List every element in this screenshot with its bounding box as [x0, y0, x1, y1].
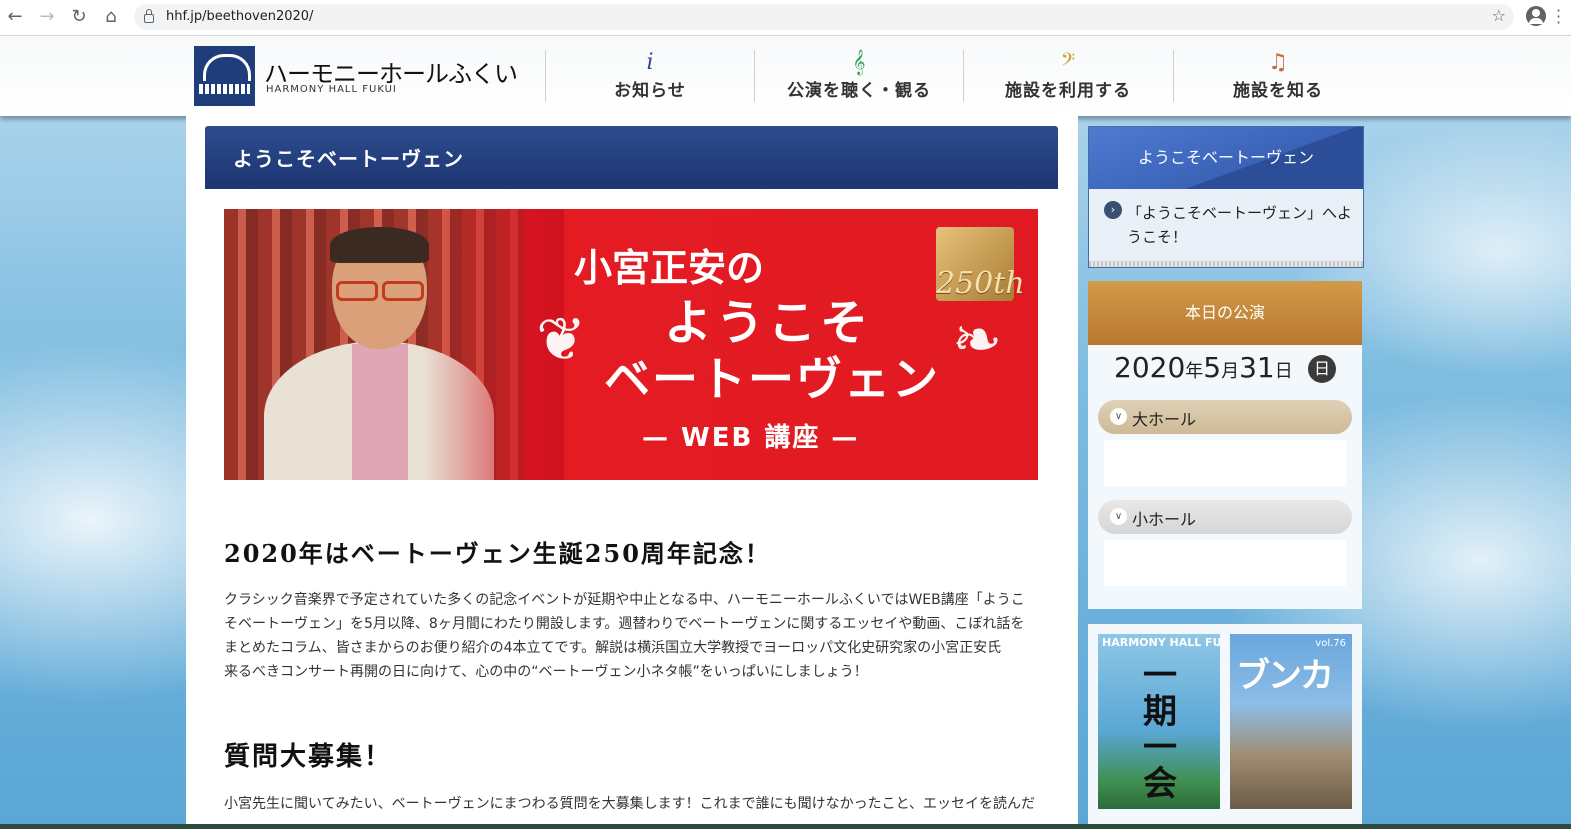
anniversary-text: 250th	[936, 266, 1025, 301]
music-notes-icon: ♫	[1268, 50, 1288, 75]
heading-anniversary: 2020年はベートーヴェン生誕250周年記念！	[224, 539, 771, 568]
page-title-bar: ようこそベートーヴェン	[205, 126, 1058, 189]
page-title: ようこそベートーヴェン	[233, 147, 464, 171]
reload-icon[interactable]: ↻	[68, 6, 90, 28]
weekday-badge: 日	[1308, 355, 1336, 383]
address-bar[interactable]: hhf.jp/beethoven2020/ ☆	[134, 4, 1514, 30]
intro-line: まとめたコラム、皆さまからのお便り紹介の4本立てです。解説は横浜国立大学教授でヨ…	[224, 640, 1002, 656]
back-icon[interactable]: ←	[4, 6, 26, 28]
logo-keys-icon	[199, 84, 250, 94]
lecturer-hair	[330, 227, 429, 263]
magazine-widget: HARMONY HALL FUKUI 一期一会 vol.76 ブンカ	[1088, 624, 1362, 824]
flourish-right-icon: ❧	[952, 305, 1003, 375]
bookmark-star-icon[interactable]: ☆	[1492, 6, 1506, 25]
welcome-link[interactable]: 「ようこそベートーヴェン」へようこそ！	[1103, 201, 1353, 249]
treble-clef-icon: 𝄞	[852, 50, 866, 75]
info-icon: i	[646, 50, 654, 75]
hall-schedule-small	[1104, 540, 1346, 586]
flourish-left-icon: ❦	[536, 305, 587, 375]
questions-paragraph: 小宮先生に聞いてみたい、ベートーヴェンにまつわる質問を大募集します！これまで誰に…	[224, 796, 1036, 812]
forward-icon[interactable]: →	[36, 6, 58, 28]
site-header: ハーモニーホールふくい HARMONY HALL FUKUI i お知らせ 𝄞 …	[0, 36, 1571, 116]
date-month-unit: 月	[1221, 361, 1240, 382]
hall-toggle-large[interactable]: ∨ 大ホール	[1098, 400, 1352, 434]
nav-about-label: 施設を知る	[1233, 81, 1323, 101]
nav-performances-label: 公演を聴く・観る	[787, 81, 931, 101]
date-year: 2020	[1114, 351, 1186, 384]
intro-paragraph: クラシック音楽界で予定されていた多くの記念イベントが延期や中止となる中、ハーモニ…	[224, 588, 1038, 684]
today-performances-widget: 本日の公演 2020年5月31日 日 ∨ 大ホール ∨ 小ホール	[1088, 281, 1362, 609]
widget-divider	[1089, 261, 1363, 267]
profile-icon[interactable]	[1526, 6, 1546, 26]
kebab-menu-icon[interactable]: · · ·	[1556, 3, 1561, 31]
lecturer-shirt	[352, 344, 408, 480]
glasses-icon	[336, 281, 426, 301]
today-performances-title: 本日の公演	[1088, 281, 1362, 345]
date-month: 5	[1203, 351, 1222, 384]
date-day: 31	[1239, 351, 1275, 384]
intro-line: そベートーヴェン」を5月以降、8ヶ月間にわたり開設します。週替わりでベートーヴェ…	[224, 616, 1025, 632]
magazine-headline: 一期一会	[1143, 656, 1177, 804]
lock-icon[interactable]	[144, 9, 154, 23]
nav-performances[interactable]: 𝄞 公演を聴く・観る	[754, 50, 963, 102]
chevron-down-icon: ∨	[1110, 508, 1127, 525]
hall-label: 小ホール	[1132, 510, 1197, 529]
today-date: 2020年5月31日	[1114, 351, 1293, 384]
intro-line: 来るべきコンサート再開の日に向けて、心の中の“ベートーヴェン小ネタ帳”をいっぱい…	[224, 664, 868, 680]
main-content: ようこそベートーヴェン 小宮正安の ようこそ ベートーヴェン — WEB 講座 …	[186, 116, 1078, 829]
banner-line3: ベートーヴェン	[604, 352, 940, 406]
heading-questions: 質問大募集！	[224, 742, 393, 772]
intro-line: クラシック音楽界で予定されていた多くの記念イベントが延期や中止となる中、ハーモニ…	[224, 592, 1025, 608]
site-logo[interactable]	[194, 46, 255, 106]
bass-clef-icon: 𝄢	[1060, 50, 1076, 75]
home-icon[interactable]: ⌂	[100, 6, 122, 28]
magazine-cover-hhf[interactable]: HARMONY HALL FUKUI 一期一会	[1098, 634, 1220, 809]
nav-news[interactable]: i お知らせ	[545, 50, 754, 102]
chevron-down-icon: ∨	[1110, 408, 1127, 425]
chevron-right-icon[interactable]: ›	[1104, 201, 1122, 219]
nav-news-label: お知らせ	[614, 81, 686, 101]
banner-line4: — WEB 講座 —	[642, 423, 860, 453]
hall-schedule-large	[1104, 440, 1346, 486]
magazine-cover-bunka[interactable]: vol.76 ブンカ	[1230, 634, 1352, 809]
date-day-unit: 日	[1274, 361, 1293, 382]
lecture-banner[interactable]: 小宮正安の ようこそ ベートーヴェン — WEB 講座 — ❦ ❧ 250th	[224, 209, 1038, 480]
hall-toggle-small[interactable]: ∨ 小ホール	[1098, 500, 1352, 534]
nav-facility-use-label: 施設を利用する	[1005, 81, 1131, 101]
logo-subtitle: HARMONY HALL FUKUI	[266, 84, 397, 95]
sidebar-beethoven-title: ようこそベートーヴェン	[1089, 127, 1363, 189]
hall-label: 大ホール	[1132, 410, 1197, 429]
date-year-unit: 年	[1185, 361, 1204, 382]
logo-arch-icon	[203, 54, 251, 81]
url-text[interactable]: hhf.jp/beethoven2020/	[166, 9, 313, 24]
nav-facility-use[interactable]: 𝄢 施設を利用する	[963, 50, 1172, 102]
nav-about[interactable]: ♫ 施設を知る	[1173, 50, 1382, 102]
bottom-strip	[0, 824, 1571, 829]
magazine-title: ブンカ	[1236, 656, 1334, 696]
anniversary-badge: 250th	[936, 227, 1025, 301]
magazine-title: HARMONY HALL FUKUI	[1102, 636, 1220, 649]
sidebar-beethoven-widget: ようこそベートーヴェン 「ようこそベートーヴェン」へようこそ！	[1088, 126, 1364, 268]
browser-toolbar: ← → ↻ ⌂ hhf.jp/beethoven2020/ ☆ · · ·	[0, 0, 1571, 36]
